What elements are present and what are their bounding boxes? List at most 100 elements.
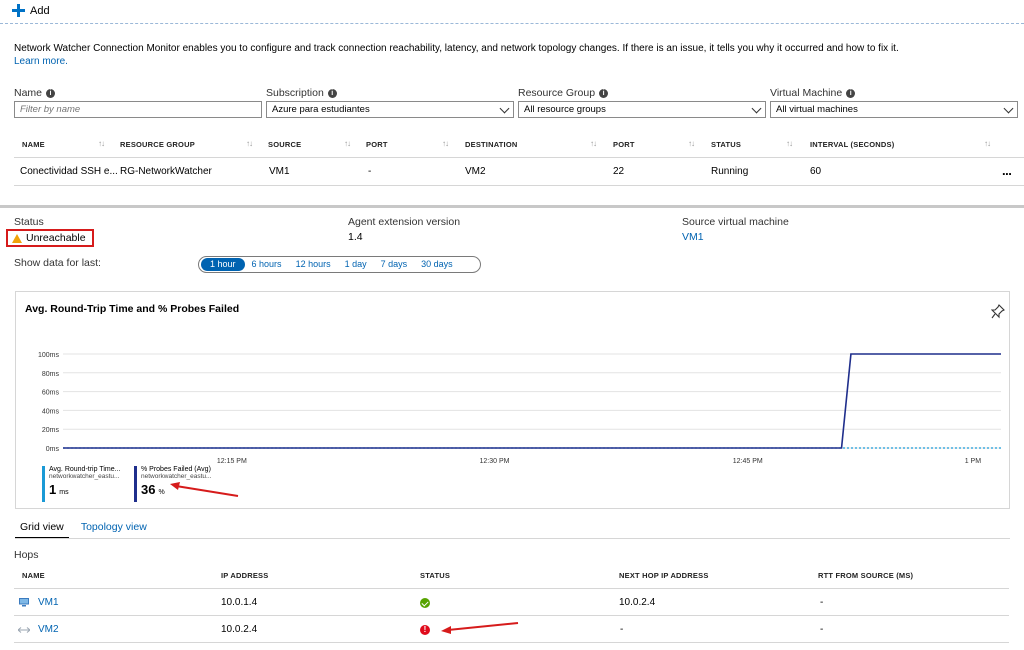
cell-resource-group: RG-NetworkWatcher	[120, 166, 212, 177]
column-header-source[interactable]: SOURCE	[268, 140, 301, 149]
virtual-machine-select[interactable]: All virtual machines	[770, 101, 1018, 118]
cell-interval: 60	[810, 166, 822, 177]
info-icon: i	[327, 88, 337, 98]
show-data-label: Show data for last:	[14, 257, 101, 269]
time-range-7-days[interactable]: 7 days	[374, 258, 415, 271]
annotation-arrow	[170, 482, 239, 497]
column-header-dest-port[interactable]: PORT	[613, 140, 635, 149]
subscription-select[interactable]: Azure para estudiantes	[266, 101, 514, 118]
divider	[14, 185, 1024, 186]
status-highlight: Unreachable	[6, 229, 94, 247]
agent-version-label: Agent extension version	[348, 216, 461, 228]
info-icon: i	[599, 88, 609, 98]
hop-ip: 10.0.1.4	[221, 597, 258, 608]
x-tick-label: 12:30 PM	[479, 458, 509, 465]
y-tick-label: 60ms	[42, 390, 60, 397]
info-icon: i	[846, 88, 856, 98]
section-separator	[0, 205, 1024, 208]
legend-rtt-value: 1	[49, 482, 57, 497]
virtual-machine-filter: Virtual Machine i All virtual machines	[770, 87, 1018, 118]
virtual-machine-value: All virtual machines	[776, 104, 858, 115]
resource-group-filter: Resource Group i All resource groups	[518, 87, 766, 118]
column-header-status[interactable]: STATUS	[711, 140, 741, 149]
sort-icon[interactable]: ↑↓	[688, 139, 695, 148]
hops-header-rtt: RTT FROM SOURCE (MS)	[818, 571, 914, 580]
hop-rtt: -	[820, 597, 824, 608]
time-range-1-hour[interactable]: 1 hour	[201, 258, 245, 271]
connection-monitors-table: NAME ↑↓ RESOURCE GROUP ↑↓ SOURCE ↑↓ PORT…	[14, 132, 1024, 186]
resource-group-select[interactable]: All resource groups	[518, 101, 766, 118]
chevron-down-icon	[1003, 103, 1014, 114]
y-tick-label: 0ms	[46, 446, 60, 453]
network-interface-icon	[18, 627, 30, 633]
add-button[interactable]: Add	[12, 4, 50, 17]
page-description: Network Watcher Connection Monitor enabl…	[14, 42, 1004, 68]
view-tabs: Grid view Topology view	[15, 519, 152, 539]
hop-name-link[interactable]: VM1	[38, 597, 59, 608]
subscription-filter: Subscription i Azure para estudiantes	[266, 87, 514, 118]
legend-probes-subtitle: networkwatcher_eastu...	[141, 473, 212, 480]
time-range-6-hours[interactable]: 6 hours	[245, 258, 289, 271]
sort-icon[interactable]: ↑↓	[246, 139, 253, 148]
subscription-value: Azure para estudiantes	[272, 104, 370, 115]
cell-source-port: -	[368, 166, 372, 177]
hops-header-status: STATUS	[420, 571, 451, 580]
command-bar: Add	[0, 0, 1024, 24]
name-filter-input[interactable]	[14, 101, 262, 118]
series-line-probes-failed	[63, 353, 1001, 449]
tab-grid-view[interactable]: Grid view	[15, 519, 69, 539]
hops-header-name: NAME	[22, 571, 45, 580]
annotation-arrow	[441, 622, 519, 634]
cell-dest-port: 22	[613, 166, 625, 177]
time-range-12-hours[interactable]: 12 hours	[289, 258, 338, 271]
legend-rtt-unit: ms	[59, 489, 69, 496]
x-tick-label: 12:45 PM	[733, 458, 763, 465]
column-header-destination[interactable]: DESTINATION	[465, 140, 517, 149]
column-header-resource-group[interactable]: RESOURCE GROUP	[120, 140, 195, 149]
column-header-port[interactable]: PORT	[366, 140, 388, 149]
learn-more-link[interactable]: Learn more.	[14, 56, 68, 67]
y-tick-label: 100ms	[38, 352, 60, 359]
cell-destination: VM2	[465, 166, 486, 177]
table-row[interactable]: VM1 10.0.1.4 10.0.2.4 -	[14, 589, 1009, 615]
column-header-interval[interactable]: INTERVAL (SECONDS)	[810, 140, 894, 149]
hop-name-link[interactable]: VM2	[38, 624, 59, 635]
hop-next-hop: 10.0.2.4	[619, 597, 656, 608]
hops-header-ip: IP ADDRESS	[221, 571, 269, 580]
legend-item-rtt[interactable]: Avg. Round-trip Time... networkwatcher_e…	[42, 466, 130, 502]
sort-icon[interactable]: ↑↓	[786, 139, 793, 148]
time-range-selector: 1 hour 6 hours 12 hours 1 day 7 days 30 …	[198, 256, 481, 273]
x-tick-label: 12:15 PM	[217, 458, 247, 465]
sort-icon[interactable]: ↑↓	[344, 139, 351, 148]
tab-topology-view[interactable]: Topology view	[76, 519, 152, 537]
table-row[interactable]: VM2 10.0.2.4 ! - -	[14, 616, 1009, 642]
virtual-machine-label: Virtual Machine	[770, 87, 843, 99]
table-row[interactable]: Conectividad SSH e... RG-NetworkWatcher …	[14, 158, 1024, 185]
status-value: Unreachable	[26, 232, 86, 244]
source-vm-link[interactable]: VM1	[682, 231, 704, 243]
info-icon: i	[46, 88, 56, 98]
sort-icon[interactable]: ↑↓	[984, 139, 991, 148]
time-range-1-day[interactable]: 1 day	[338, 258, 374, 271]
column-header-name[interactable]: NAME	[22, 140, 45, 149]
chevron-down-icon	[751, 103, 762, 114]
resource-group-value: All resource groups	[524, 104, 606, 115]
cell-source: VM1	[269, 166, 290, 177]
sort-icon[interactable]: ↑↓	[590, 139, 597, 148]
hop-rtt: -	[820, 624, 824, 635]
success-icon	[420, 598, 430, 608]
sort-icon[interactable]: ↑↓	[442, 139, 449, 148]
y-tick-label: 20ms	[42, 427, 60, 434]
divider	[15, 538, 1010, 539]
sort-icon[interactable]: ↑↓	[98, 139, 105, 148]
legend-rtt-subtitle: networkwatcher_eastu...	[49, 473, 120, 480]
error-icon: !	[420, 625, 430, 635]
time-range-30-days[interactable]: 30 days	[414, 258, 460, 271]
legend-probes-value: 36	[141, 482, 156, 497]
name-filter-label: Name	[14, 87, 43, 99]
agent-version-value: 1.4	[348, 231, 363, 243]
name-filter: Name i	[14, 87, 262, 118]
source-vm-label: Source virtual machine	[682, 216, 789, 228]
divider	[14, 642, 1009, 643]
more-options-icon[interactable]: ...	[1002, 163, 1012, 178]
